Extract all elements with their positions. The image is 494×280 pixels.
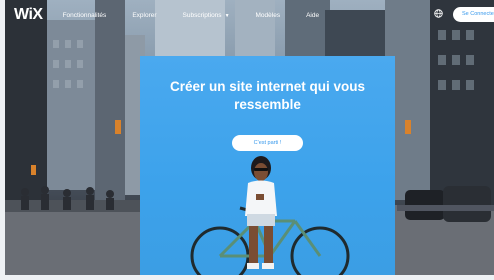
nav-link-explorer[interactable]: Explorer	[132, 12, 156, 19]
nav-right-group: Se Connecter	[434, 7, 494, 22]
login-button[interactable]: Se Connecter	[453, 7, 494, 22]
globe-icon-graphic	[434, 8, 443, 18]
nav-link-subscriptions-label: Subscriptions	[182, 11, 222, 19]
nav-link-fonctionnalites[interactable]: Fonctionnalités	[63, 12, 107, 19]
woman-with-bicycle-image	[190, 156, 350, 275]
globe-icon[interactable]	[434, 8, 443, 21]
hero-panel: Créer un site internet qui vous ressembl…	[140, 56, 395, 275]
page-frame: WiX Fonctionnalités Explorer Subscriptio…	[5, 0, 494, 275]
nav-link-subscriptions[interactable]: Subscriptions ▼	[183, 12, 230, 19]
nav-link-aide[interactable]: Aide	[306, 12, 319, 19]
wix-logo[interactable]: WiX	[14, 6, 43, 24]
top-navigation: WiX Fonctionnalités Explorer Subscriptio…	[5, 0, 494, 30]
chevron-down-icon: ▼	[224, 12, 230, 19]
bottom-edge	[0, 275, 494, 280]
nav-link-modeles[interactable]: Modèles	[256, 12, 281, 19]
